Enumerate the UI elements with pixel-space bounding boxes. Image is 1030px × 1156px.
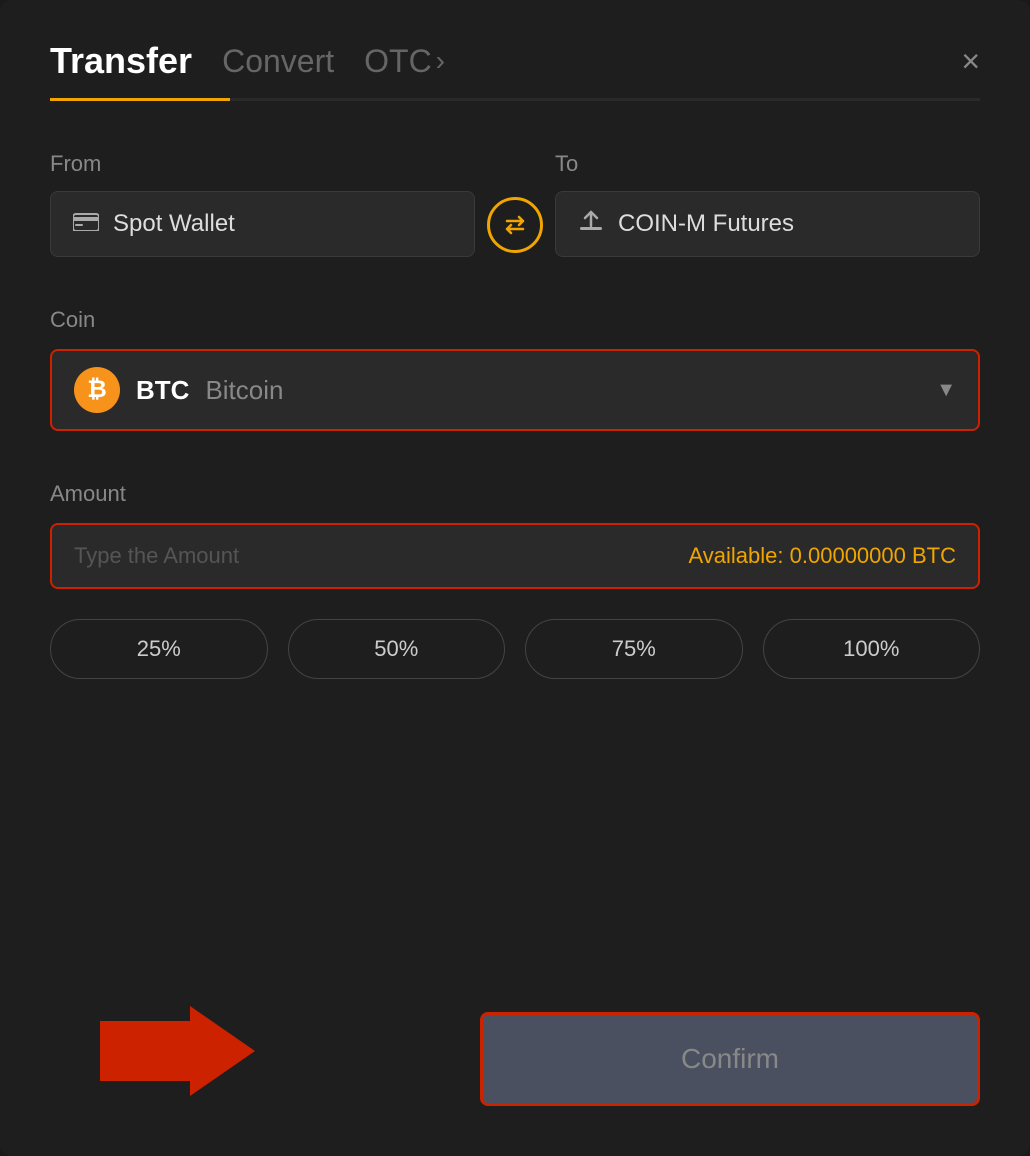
tab-convert[interactable]: Convert (222, 43, 334, 80)
pct-50-button[interactable]: 50% (288, 619, 506, 679)
coin-section: Coin ₿ BTC Bitcoin ▼ (50, 307, 980, 481)
from-wallet-selector[interactable]: Spot Wallet (50, 191, 475, 257)
from-wallet-name: Spot Wallet (113, 210, 235, 238)
modal-header: Transfer Convert OTC › × (50, 40, 980, 82)
tab-transfer[interactable]: Transfer (50, 40, 192, 82)
swap-button[interactable] (487, 197, 543, 253)
transfer-modal: Transfer Convert OTC › × From Spot Walle… (0, 0, 1030, 1156)
available-value: 0.00000000 (790, 543, 906, 568)
from-label: From (50, 151, 475, 177)
coin-dropdown-icon: ▼ (936, 379, 956, 402)
from-wallet-icon (73, 211, 99, 237)
to-group: To COIN-M Futures (555, 151, 980, 257)
coin-name: Bitcoin (205, 375, 283, 406)
from-group: From Spot Wallet (50, 151, 475, 257)
from-to-section: From Spot Wallet (50, 151, 980, 257)
tab-otc-label: OTC (364, 43, 432, 80)
arrow-indicator (100, 1001, 260, 1106)
bottom-area: Confirm (50, 992, 980, 1106)
swap-wrapper (475, 197, 555, 257)
pct-75-button[interactable]: 75% (525, 619, 743, 679)
percent-buttons: 25% 50% 75% 100% (50, 619, 980, 679)
confirm-button[interactable]: Confirm (480, 1012, 980, 1106)
amount-section: Amount Type the Amount Available: 0.0000… (50, 481, 980, 619)
available-label: Available: (689, 543, 784, 568)
coin-label: Coin (50, 307, 980, 333)
amount-available: Available: 0.00000000 BTC (689, 543, 956, 569)
tab-otc[interactable]: OTC › (364, 43, 445, 80)
close-button[interactable]: × (961, 45, 980, 77)
pct-25-button[interactable]: 25% (50, 619, 268, 679)
available-currency: BTC (912, 543, 956, 568)
to-label: To (555, 151, 980, 177)
amount-label: Amount (50, 481, 980, 507)
amount-input-box[interactable]: Type the Amount Available: 0.00000000 BT… (50, 523, 980, 589)
coin-selector[interactable]: ₿ BTC Bitcoin ▼ (50, 349, 980, 431)
pct-100-button[interactable]: 100% (763, 619, 981, 679)
to-wallet-selector[interactable]: COIN-M Futures (555, 191, 980, 257)
coin-symbol: BTC (136, 375, 189, 406)
to-wallet-name: COIN-M Futures (618, 210, 794, 238)
to-wallet-icon (578, 210, 604, 238)
btc-icon: ₿ (74, 367, 120, 413)
otc-chevron-icon: › (436, 45, 445, 77)
amount-placeholder: Type the Amount (74, 543, 239, 569)
header-underline (50, 98, 980, 101)
